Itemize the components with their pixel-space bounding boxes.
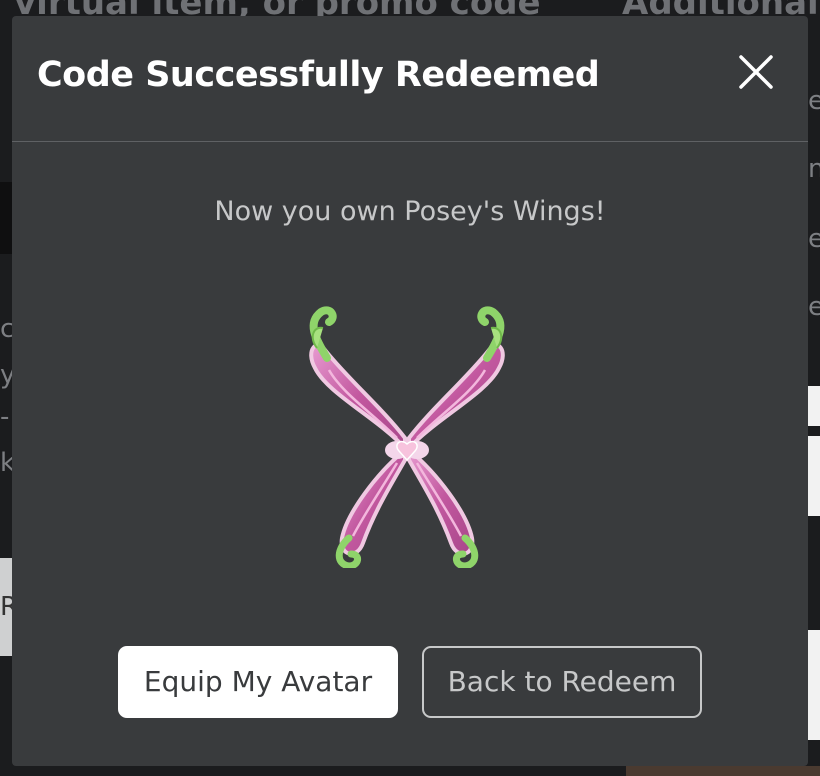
equip-avatar-button[interactable]: Equip My Avatar <box>118 646 398 718</box>
background-letter: e <box>808 292 820 322</box>
background-image-strip <box>808 436 820 516</box>
background-letter: n <box>808 154 820 184</box>
close-icon <box>739 55 773 89</box>
success-message: Now you own Posey's Wings! <box>214 196 606 227</box>
close-button[interactable] <box>734 50 778 94</box>
background-letter: e <box>808 86 820 116</box>
butterfly-wings-item <box>309 306 505 568</box>
header-divider <box>12 141 808 142</box>
background-input-band <box>0 182 12 254</box>
background-thumbnail <box>626 766 820 776</box>
background-letter: - <box>0 402 10 432</box>
modal-header: Code Successfully Redeemed <box>12 16 808 142</box>
background-image-strip <box>808 386 820 426</box>
back-to-redeem-button[interactable]: Back to Redeem <box>422 646 702 718</box>
background-letter: e <box>808 224 820 254</box>
redeem-success-modal: Code Successfully Redeemed Now you own P… <box>12 16 808 766</box>
background-image-strip <box>808 630 820 740</box>
modal-title: Code Successfully Redeemed <box>37 55 600 95</box>
